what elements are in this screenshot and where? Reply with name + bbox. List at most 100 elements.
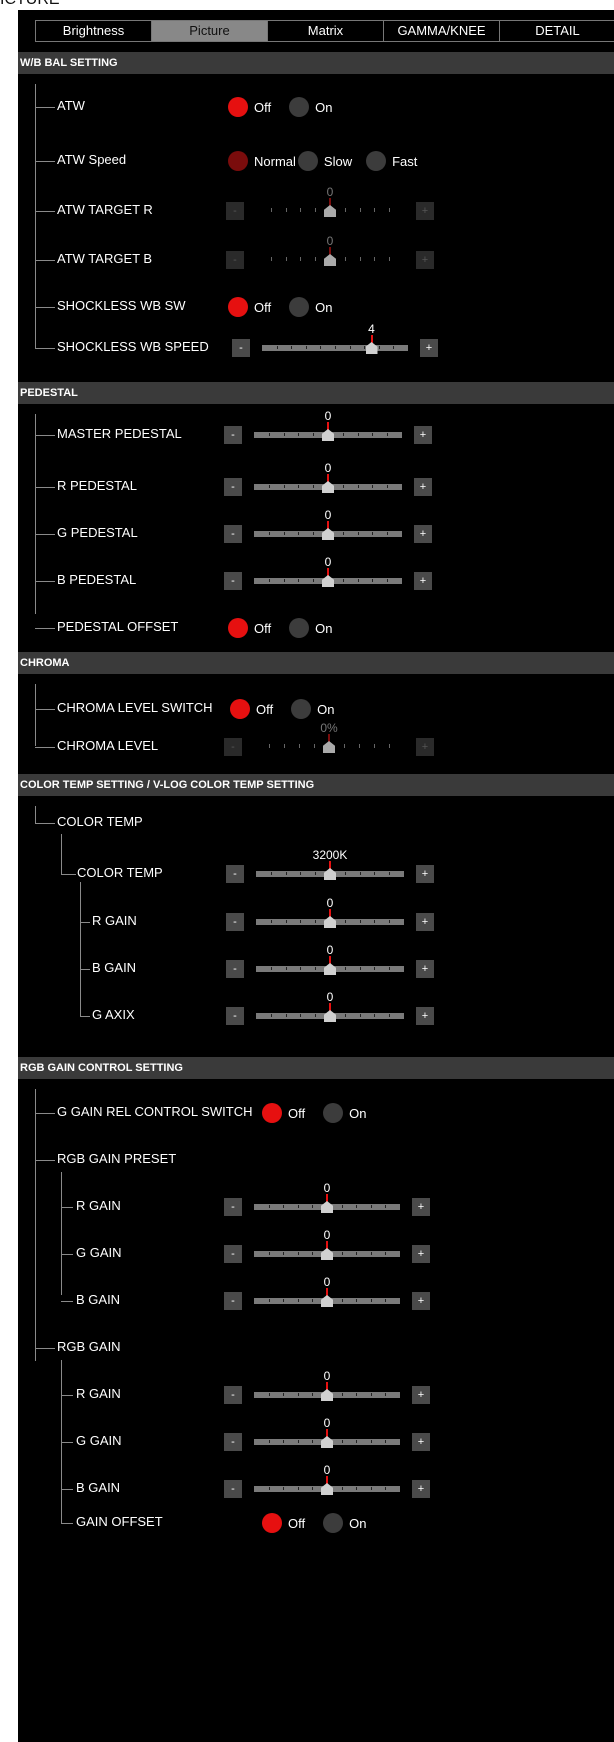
- tab-matrix[interactable]: Matrix: [268, 21, 384, 41]
- slider-increment-button[interactable]: +: [416, 865, 434, 883]
- slider-decrement-button[interactable]: -: [224, 1386, 242, 1404]
- slider-increment-button[interactable]: +: [416, 960, 434, 978]
- atw-off-radio[interactable]: Off: [228, 97, 271, 117]
- gain-offset-off-radio[interactable]: Off: [262, 1513, 305, 1533]
- slider-thumb[interactable]: [324, 205, 336, 217]
- slider-decrement-button[interactable]: -: [226, 1007, 244, 1025]
- b-pedestal-slider[interactable]: - 0 +: [224, 555, 432, 596]
- slider-increment-button[interactable]: +: [414, 572, 432, 590]
- slider-thumb[interactable]: [321, 1295, 333, 1307]
- atw-speed-fast-radio[interactable]: Fast: [366, 151, 417, 171]
- slider-increment-button[interactable]: +: [416, 738, 434, 756]
- slider-increment-button[interactable]: +: [416, 251, 434, 269]
- slider-decrement-button[interactable]: -: [224, 1433, 242, 1451]
- shockless-wb-sw-off-radio[interactable]: Off: [228, 297, 271, 317]
- slider-tick: [313, 532, 315, 535]
- slider-thumb[interactable]: [324, 254, 336, 266]
- pedestal-offset-off-radio[interactable]: Off: [228, 618, 271, 638]
- slider-increment-button[interactable]: +: [412, 1198, 430, 1216]
- slider-increment-button[interactable]: +: [412, 1480, 430, 1498]
- slider-increment-button[interactable]: +: [414, 426, 432, 444]
- slider-decrement-button[interactable]: -: [226, 202, 244, 220]
- slider-thumb[interactable]: [324, 916, 336, 928]
- rgb-g-gain-slider[interactable]: - 0 +: [224, 1416, 430, 1457]
- slider-increment-button[interactable]: +: [416, 1007, 434, 1025]
- slider-thumb[interactable]: [323, 741, 335, 753]
- ct-g-axix-slider[interactable]: - 0 +: [226, 990, 434, 1031]
- slider-thumb[interactable]: [322, 575, 334, 587]
- slider-increment-button[interactable]: +: [412, 1433, 430, 1451]
- atw-speed-slow-radio[interactable]: Slow: [297, 151, 352, 171]
- tab-picture[interactable]: Picture: [152, 21, 268, 41]
- slider-decrement-button[interactable]: -: [224, 1245, 242, 1263]
- shockless-wb-speed-slider[interactable]: - 4 +: [232, 322, 438, 363]
- tree-branch: [35, 211, 55, 212]
- ct-b-gain-slider[interactable]: - 0 +: [226, 943, 434, 984]
- slider-thumb[interactable]: [324, 868, 336, 880]
- slider-increment-button[interactable]: +: [416, 913, 434, 931]
- slider-tick: [342, 579, 344, 582]
- master-pedestal-slider[interactable]: - 0 +: [224, 409, 432, 450]
- slider-thumb[interactable]: [365, 342, 378, 354]
- slider-thumb[interactable]: [321, 1436, 333, 1448]
- slider-increment-button[interactable]: +: [416, 202, 434, 220]
- r-pedestal-slider[interactable]: - 0 +: [224, 461, 432, 502]
- slider-decrement-button[interactable]: -: [226, 251, 244, 269]
- slider-decrement-button[interactable]: -: [226, 960, 244, 978]
- tab-gamma-knee[interactable]: GAMMA/KNEE: [384, 21, 500, 41]
- g-gain-rel-switch-off-radio[interactable]: Off: [262, 1103, 305, 1123]
- atw-on-radio[interactable]: On: [289, 97, 332, 117]
- slider-increment-button[interactable]: +: [420, 339, 438, 357]
- shockless-wb-sw-on-radio[interactable]: On: [289, 297, 332, 317]
- tab-detail[interactable]: DETAIL: [500, 21, 614, 41]
- preset-r-gain-slider[interactable]: - 0 +: [224, 1181, 430, 1222]
- pedestal-offset-on-radio[interactable]: On: [289, 618, 332, 638]
- slider-thumb[interactable]: [321, 1389, 333, 1401]
- slider-thumb[interactable]: [324, 1010, 336, 1022]
- chroma-level-switch-off-radio[interactable]: Off: [230, 699, 273, 719]
- slider-thumb[interactable]: [321, 1248, 333, 1260]
- atw-target-r-slider[interactable]: - 0 +: [226, 185, 434, 226]
- atw-target-b-slider[interactable]: - 0 +: [226, 234, 434, 275]
- slider-thumb[interactable]: [321, 1483, 333, 1495]
- slider-decrement-button[interactable]: -: [226, 913, 244, 931]
- slider-thumb[interactable]: [321, 1201, 333, 1213]
- slider-decrement-button[interactable]: -: [224, 572, 242, 590]
- slider-decrement-button[interactable]: -: [232, 339, 250, 357]
- slider-track[interactable]: [262, 345, 408, 351]
- slider-decrement-button[interactable]: -: [224, 1480, 242, 1498]
- section-header-wb-bal: W/B BAL SETTING: [18, 52, 614, 74]
- slider-decrement-button[interactable]: -: [224, 426, 242, 444]
- slider-decrement-button[interactable]: -: [224, 1292, 242, 1310]
- g-pedestal-slider[interactable]: - 0 +: [224, 508, 432, 549]
- color-temp-slider[interactable]: - 3200K +: [226, 848, 434, 889]
- slider-decrement-button[interactable]: -: [224, 525, 242, 543]
- slider-increment-button[interactable]: +: [414, 478, 432, 496]
- slider-tick: [357, 485, 359, 488]
- slider-decrement-button[interactable]: -: [226, 865, 244, 883]
- slider-tick: [374, 257, 376, 261]
- rgb-r-gain-slider[interactable]: - 0 +: [224, 1369, 430, 1410]
- tab-brightness[interactable]: Brightness: [36, 21, 152, 41]
- rgb-b-gain-slider[interactable]: - 0 +: [224, 1463, 430, 1504]
- slider-thumb[interactable]: [324, 963, 336, 975]
- ct-r-gain-slider[interactable]: - 0 +: [226, 896, 434, 937]
- slider-thumb[interactable]: [322, 429, 334, 441]
- atw-speed-normal-radio[interactable]: Normal: [228, 151, 296, 171]
- slider-increment-button[interactable]: +: [412, 1245, 430, 1263]
- preset-g-gain-slider[interactable]: - 0 +: [224, 1228, 430, 1269]
- chroma-level-switch-on-radio[interactable]: On: [291, 699, 334, 719]
- slider-increment-button[interactable]: +: [412, 1386, 430, 1404]
- slider-decrement-button[interactable]: -: [224, 738, 242, 756]
- gain-offset-on-radio[interactable]: On: [323, 1513, 366, 1533]
- slider-decrement-button[interactable]: -: [224, 1198, 242, 1216]
- slider-thumb[interactable]: [322, 481, 334, 493]
- preset-b-gain-slider[interactable]: - 0 +: [224, 1275, 430, 1316]
- slider-increment-button[interactable]: +: [412, 1292, 430, 1310]
- slider-tick: [359, 872, 361, 875]
- slider-increment-button[interactable]: +: [414, 525, 432, 543]
- slider-decrement-button[interactable]: -: [224, 478, 242, 496]
- g-gain-rel-switch-on-radio[interactable]: On: [323, 1103, 366, 1123]
- slider-thumb[interactable]: [322, 528, 334, 540]
- chroma-level-slider[interactable]: - 0% +: [224, 721, 434, 762]
